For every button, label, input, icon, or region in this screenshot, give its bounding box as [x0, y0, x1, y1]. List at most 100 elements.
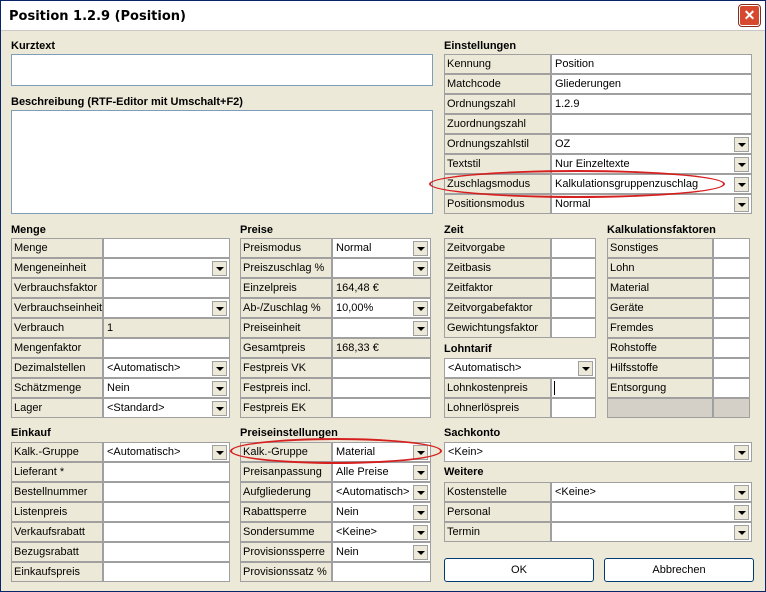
menge-value[interactable]: <Automatisch> — [103, 358, 230, 378]
weitere-value[interactable] — [551, 522, 752, 542]
kalkfaktor-label: Geräte — [607, 298, 713, 318]
einkauf-value[interactable] — [103, 502, 230, 522]
einkauf-value[interactable] — [103, 522, 230, 542]
einstellungen-value[interactable]: OZ — [551, 134, 752, 154]
einkauf-value[interactable] — [103, 462, 230, 482]
preiseinst-value[interactable]: Nein — [332, 502, 431, 522]
weitere-row: Kostenstelle <Keine> — [444, 482, 752, 502]
kalkfaktor-value[interactable] — [713, 318, 750, 338]
preiseinst-value-text: Nein — [336, 546, 359, 558]
preiseinst-value[interactable]: Material — [332, 442, 431, 462]
menge-row: Schätzmenge Nein — [11, 378, 230, 398]
chevron-down-icon[interactable] — [413, 321, 428, 336]
chevron-down-icon[interactable] — [212, 301, 227, 316]
chevron-down-icon[interactable] — [212, 445, 227, 460]
chevron-down-icon[interactable] — [413, 465, 428, 480]
cancel-button[interactable]: Abbrechen — [604, 558, 754, 582]
kalkfaktor-value[interactable] — [713, 378, 750, 398]
einkauf-label: Bestellnummer — [11, 482, 103, 502]
chevron-down-icon[interactable] — [413, 485, 428, 500]
einstellungen-value[interactable] — [551, 114, 752, 134]
chevron-down-icon[interactable] — [212, 361, 227, 376]
menge-label: Dezimalstellen — [11, 358, 103, 378]
weitere-value[interactable]: <Keine> — [551, 482, 752, 502]
einkauf-value[interactable]: <Automatisch> — [103, 442, 230, 462]
preise-value[interactable] — [332, 398, 431, 418]
close-icon[interactable]: ✕ — [739, 5, 760, 26]
chevron-down-icon[interactable] — [413, 445, 428, 460]
einstellungen-value[interactable]: Kalkulationsgruppenzuschlag — [551, 174, 752, 194]
preise-value: 164,48 € — [332, 278, 431, 298]
preise-value[interactable]: Normal — [332, 238, 431, 258]
menge-value[interactable] — [103, 258, 230, 278]
lohntarif-value[interactable] — [551, 398, 596, 418]
preise-value[interactable] — [332, 378, 431, 398]
chevron-down-icon[interactable] — [578, 361, 593, 376]
chevron-down-icon[interactable] — [734, 505, 749, 520]
zeit-value[interactable] — [551, 298, 596, 318]
zeit-value[interactable] — [551, 318, 596, 338]
einkauf-value[interactable] — [103, 542, 230, 562]
einstellungen-value[interactable]: Gliederungen — [551, 74, 752, 94]
preise-value[interactable] — [332, 358, 431, 378]
zeit-value[interactable] — [551, 258, 596, 278]
einstellungen-value[interactable]: Position — [551, 54, 752, 74]
chevron-down-icon[interactable] — [413, 301, 428, 316]
weitere-value[interactable] — [551, 502, 752, 522]
kalkfaktor-row: Material — [607, 278, 750, 298]
beschreibung-editor[interactable] — [11, 110, 433, 214]
kalkfaktor-value[interactable] — [713, 358, 750, 378]
preise-value[interactable] — [332, 258, 431, 278]
preiseinst-value[interactable]: <Automatisch> — [332, 482, 431, 502]
kalkfaktor-value[interactable] — [713, 338, 750, 358]
menge-value[interactable] — [103, 278, 230, 298]
chevron-down-icon[interactable] — [413, 525, 428, 540]
chevron-down-icon[interactable] — [413, 505, 428, 520]
einstellungen-label: Ordnungszahl — [444, 94, 551, 114]
sachkonto-title: Sachkonto — [444, 427, 501, 439]
lohntarif-label: Lohnkostenpreis — [444, 378, 551, 398]
chevron-down-icon[interactable] — [734, 525, 749, 540]
menge-value[interactable] — [103, 298, 230, 318]
chevron-down-icon[interactable] — [413, 545, 428, 560]
chevron-down-icon[interactable] — [212, 261, 227, 276]
chevron-down-icon[interactable] — [212, 381, 227, 396]
chevron-down-icon[interactable] — [734, 485, 749, 500]
preiseinst-value[interactable]: Alle Preise — [332, 462, 431, 482]
chevron-down-icon[interactable] — [212, 401, 227, 416]
preiseinst-value[interactable]: <Keine> — [332, 522, 431, 542]
lohntarif-select[interactable]: <Automatisch> — [444, 358, 596, 378]
chevron-down-icon[interactable] — [413, 241, 428, 256]
kalkfaktor-value[interactable] — [713, 278, 750, 298]
menge-value[interactable] — [103, 338, 230, 358]
einkauf-value[interactable] — [103, 482, 230, 502]
zeit-label: Gewichtungsfaktor — [444, 318, 551, 338]
preiseinst-value[interactable]: Nein — [332, 542, 431, 562]
kurztext-input[interactable] — [11, 54, 433, 86]
preise-row: Gesamtpreis 168,33 € — [240, 338, 431, 358]
einstellungen-value[interactable]: Nur Einzeltexte — [551, 154, 752, 174]
chevron-down-icon[interactable] — [734, 137, 749, 152]
menge-value[interactable]: <Standard> — [103, 398, 230, 418]
kalkfaktor-value[interactable] — [713, 238, 750, 258]
kalkfaktor-value[interactable] — [713, 298, 750, 318]
kalkfaktor-value[interactable] — [713, 258, 750, 278]
preise-value[interactable]: 10,00% — [332, 298, 431, 318]
chevron-down-icon[interactable] — [734, 177, 749, 192]
einkauf-value[interactable] — [103, 562, 230, 582]
chevron-down-icon[interactable] — [734, 157, 749, 172]
zeit-value[interactable] — [551, 238, 596, 258]
zeit-value[interactable] — [551, 278, 596, 298]
sachkonto-select[interactable]: <Kein> — [444, 442, 752, 462]
menge-value[interactable] — [103, 238, 230, 258]
chevron-down-icon[interactable] — [734, 445, 749, 460]
preise-value[interactable] — [332, 318, 431, 338]
ok-button[interactable]: OK — [444, 558, 594, 582]
menge-value[interactable]: Nein — [103, 378, 230, 398]
einstellungen-value[interactable]: Normal — [551, 194, 752, 214]
einstellungen-value[interactable]: 1.2.9 — [551, 94, 752, 114]
lohntarif-value[interactable] — [551, 378, 596, 398]
chevron-down-icon[interactable] — [413, 261, 428, 276]
chevron-down-icon[interactable] — [734, 197, 749, 212]
preiseinst-value[interactable] — [332, 562, 431, 582]
